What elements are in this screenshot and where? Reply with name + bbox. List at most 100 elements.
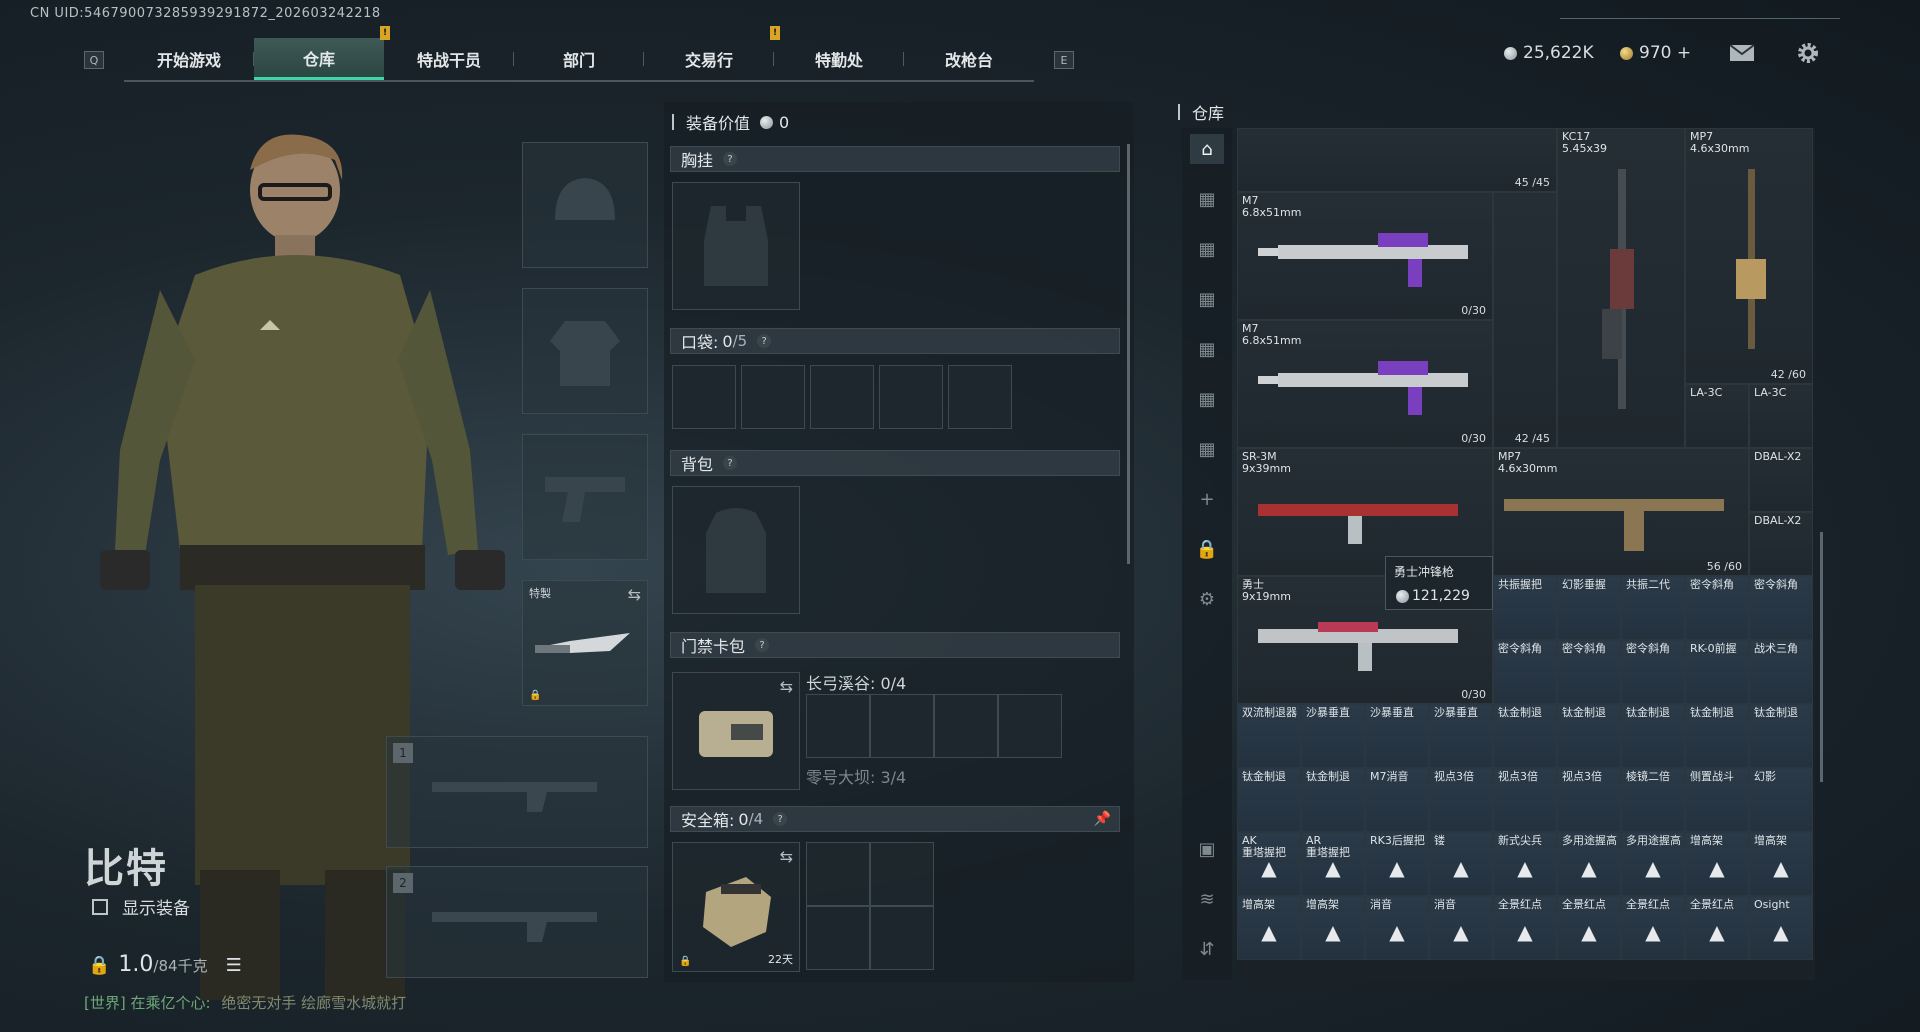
pocket-slot[interactable] [810, 365, 874, 429]
mail-icon[interactable] [1728, 40, 1756, 66]
item-cell[interactable]: 全景红点 ▲ [1557, 896, 1621, 960]
item-cell[interactable]: 增高架 ▲ [1237, 896, 1301, 960]
item-cell[interactable]: AK 重塔握把 ▲ [1237, 832, 1301, 896]
gear-icon[interactable]: ⚙ [1190, 584, 1224, 614]
item-cell[interactable]: M7 6.8x51mm 0/30 [1237, 320, 1493, 448]
gold-currency[interactable]: 970 + [1620, 40, 1691, 66]
item-cell[interactable]: 钛金制退 [1749, 704, 1813, 768]
item-cell[interactable]: 侧置战斗 [1685, 768, 1749, 832]
scrollbar[interactable] [1127, 144, 1130, 564]
pocket-slot[interactable] [948, 365, 1012, 429]
storage-page-icon[interactable]: ▦ [1190, 284, 1224, 314]
item-cell[interactable]: Osight ▲ [1749, 896, 1813, 960]
item-cell[interactable]: 密令斜角 [1685, 576, 1749, 640]
keycard-slot[interactable] [998, 694, 1062, 758]
help-icon[interactable]: ? [723, 152, 738, 166]
armor-slot[interactable] [522, 288, 648, 414]
tab-special-ops[interactable]: 特勤处 [774, 38, 904, 80]
warehouse-home-icon[interactable]: ⌂ [1190, 134, 1224, 164]
item-cell[interactable]: 多用途握高 ▲ [1557, 832, 1621, 896]
item-cell[interactable]: 幻影垂握 [1557, 576, 1621, 640]
item-cell[interactable]: 多用途握高 ▲ [1621, 832, 1685, 896]
tab-gunsmith[interactable]: 改枪台 [904, 38, 1034, 80]
keycard-slot[interactable] [934, 694, 998, 758]
item-cell[interactable]: MP7 4.6x30mm 42 /60 [1685, 128, 1813, 384]
item-cell[interactable]: MP7 4.6x30mm 56 /60 [1493, 448, 1749, 576]
tab-operators[interactable]: 特战干员 [384, 38, 514, 80]
help-icon[interactable]: ? [723, 456, 738, 470]
layers-icon[interactable]: ≋ [1190, 884, 1224, 914]
item-cell[interactable]: 全景红点 ▲ [1621, 896, 1685, 960]
item-cell[interactable]: 幻影 [1749, 768, 1813, 832]
item-cell[interactable]: 钛金制退 [1493, 704, 1557, 768]
item-cell[interactable]: 战术三角 [1749, 640, 1813, 704]
item-cell[interactable]: 42 /45 [1493, 192, 1557, 448]
tab-trading[interactable]: 交易行! [644, 26, 780, 80]
item-cell[interactable]: 沙暴垂直 [1365, 704, 1429, 768]
item-cell[interactable]: 共振二代 [1621, 576, 1685, 640]
swap-icon[interactable]: ⇆ [628, 585, 641, 604]
item-cell[interactable]: 45 /45 [1237, 128, 1557, 192]
add-icon[interactable]: + [1190, 484, 1224, 514]
safebox-item-slot[interactable] [870, 906, 934, 970]
keycard-slot[interactable] [870, 694, 934, 758]
keycard-slot[interactable] [806, 694, 870, 758]
item-cell[interactable]: 全景红点 ▲ [1685, 896, 1749, 960]
show-equipment-toggle[interactable]: 显示装备 [92, 894, 190, 919]
item-cell[interactable]: 钛金制退 [1621, 704, 1685, 768]
item-cell[interactable]: AR 重塔握把 ▲ [1301, 832, 1365, 896]
item-cell[interactable]: RK3后握把 ▲ [1365, 832, 1429, 896]
item-cell[interactable]: 增高架 ▲ [1685, 832, 1749, 896]
item-cell[interactable]: 视点3倍 [1429, 768, 1493, 832]
secondary-weapon-slot[interactable]: 2 [386, 866, 648, 978]
tab-department[interactable]: 部门 [514, 38, 644, 80]
item-cell[interactable]: 视点3倍 [1557, 768, 1621, 832]
storage-page-icon[interactable]: ▦ [1190, 384, 1224, 414]
swap-icon[interactable]: ⇆ [780, 677, 793, 696]
safebox-item-slot[interactable] [806, 842, 870, 906]
item-cell[interactable]: 镂 ▲ [1429, 832, 1493, 896]
warehouse-scrollbar[interactable] [1820, 532, 1823, 782]
safebox-item-slot[interactable] [870, 842, 934, 906]
item-cell[interactable]: KC17 5.45x39 [1557, 128, 1685, 448]
safebox-item-slot[interactable] [806, 906, 870, 970]
backpack-slot[interactable] [672, 486, 800, 614]
safe-icon[interactable]: ▣ [1190, 834, 1224, 864]
gear-icon[interactable] [1794, 40, 1822, 66]
item-cell[interactable]: M7 6.8x51mm 0/30 [1237, 192, 1493, 320]
item-cell[interactable]: 钛金制退 [1685, 704, 1749, 768]
item-cell[interactable]: 密令斜角 [1493, 640, 1557, 704]
tab-warehouse[interactable]: 仓库! [254, 26, 390, 80]
show-equipment-checkbox[interactable] [92, 898, 108, 915]
storage-page-icon[interactable]: ▦ [1190, 334, 1224, 364]
item-cell[interactable]: 密令斜角 [1557, 640, 1621, 704]
sort-icon[interactable]: ⇵ [1190, 934, 1224, 964]
helmet-slot[interactable] [522, 142, 648, 268]
item-cell[interactable]: LA-3C [1685, 384, 1749, 448]
storage-page-icon[interactable]: ▦ [1190, 184, 1224, 214]
storage-page-icon[interactable]: ▦ [1190, 234, 1224, 264]
silver-currency[interactable]: 25,622K [1504, 40, 1594, 66]
item-cell[interactable]: 沙暴垂直 [1429, 704, 1493, 768]
item-cell[interactable]: 全景红点 ▲ [1493, 896, 1557, 960]
pocket-slot[interactable] [879, 365, 943, 429]
safebox-slot[interactable]: ⇆ 🔒 22天 [672, 842, 800, 972]
next-tab-key[interactable]: E [1054, 51, 1074, 69]
tab-start-game[interactable]: 开始游戏 [124, 38, 254, 80]
item-cell[interactable]: 新式尖兵 ▲ [1493, 832, 1557, 896]
item-cell[interactable]: 视点3倍 [1493, 768, 1557, 832]
keycard-case-slot[interactable]: ⇆ [672, 672, 800, 790]
help-icon[interactable]: ? [773, 812, 788, 826]
lock-icon[interactable]: 🔒 [1190, 534, 1224, 564]
prev-tab-key[interactable]: Q [84, 51, 104, 69]
world-chat[interactable]: [世界] 在乘亿个心: 绝密无对手 绘廊雪水城就打 [84, 992, 406, 1013]
primary-weapon-slot[interactable]: 1 [386, 736, 648, 848]
pin-icon[interactable]: 📌 [1094, 811, 1111, 827]
item-cell[interactable]: 棱镜二倍 [1621, 768, 1685, 832]
item-cell[interactable]: DBAL-X2 [1749, 512, 1813, 576]
item-cell[interactable]: 钛金制退 [1557, 704, 1621, 768]
help-icon[interactable]: ? [755, 638, 770, 652]
item-cell[interactable]: 钛金制退 [1301, 768, 1365, 832]
item-cell[interactable]: 增高架 ▲ [1301, 896, 1365, 960]
item-cell[interactable]: 密令斜角 [1621, 640, 1685, 704]
